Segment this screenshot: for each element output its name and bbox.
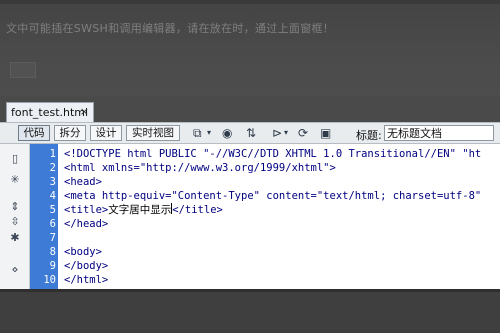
document-toolbar: 代码 拆分 设计 实时视图 ⧉ ▾ ◉ ⇅ ⊳ ▾ ⟳ ▣ 标题: 无标题文档 bbox=[0, 122, 500, 144]
select-parent-tag-icon[interactable]: ⇳ bbox=[9, 216, 21, 228]
code-line[interactable]: <meta http-equiv="Content-Type" content=… bbox=[64, 189, 481, 203]
top-edge bbox=[0, 0, 500, 4]
preview-dropdown-icon[interactable]: ▾ bbox=[284, 126, 288, 140]
line-number: 1 bbox=[49, 148, 56, 160]
line-number: 5 bbox=[49, 204, 56, 216]
code-editor[interactable]: ▯ ✳ ⇕ ⇳ ✱ ⋄ 1 2 3 4 5 6 7 8 9 10 <!DOCTY… bbox=[0, 144, 500, 289]
bottom-divider bbox=[0, 289, 500, 292]
design-view-button[interactable]: 设计 bbox=[90, 125, 122, 141]
background-area: 文中可能插在SWSH和调用编辑器，请在放在时，通过上面窗框！ bbox=[0, 0, 500, 96]
code-line-title[interactable]: <title>文字居中显示</title> bbox=[64, 203, 223, 217]
background-faint-text: 文中可能插在SWSH和调用编辑器，请在放在时，通过上面窗框！ bbox=[6, 22, 335, 35]
split-view-button[interactable]: 拆分 bbox=[54, 125, 86, 141]
line-number: 3 bbox=[49, 176, 56, 188]
line-number: 9 bbox=[49, 260, 56, 272]
bottom-panel-area bbox=[0, 289, 500, 333]
collapse-icon[interactable]: ✳ bbox=[9, 174, 21, 186]
line-number: 2 bbox=[49, 162, 56, 174]
title-input[interactable]: 无标题文档 bbox=[384, 125, 494, 141]
title-text: 文字居中显示 bbox=[108, 204, 172, 216]
code-line[interactable]: <head> bbox=[64, 175, 102, 189]
visual-aids-icon[interactable]: ▣ bbox=[320, 126, 331, 140]
coding-toolbar: ▯ ✳ ⇕ ⇳ ✱ ⋄ bbox=[0, 144, 30, 289]
document-tab-filename: font_test.html bbox=[11, 106, 89, 119]
apply-comment-icon[interactable]: ⋄ bbox=[9, 264, 21, 276]
code-line[interactable]: <body> bbox=[64, 245, 102, 259]
line-number: 10 bbox=[43, 274, 56, 286]
browser-check-icon[interactable]: ◉ bbox=[222, 126, 232, 140]
line-number: 8 bbox=[49, 246, 56, 258]
file-management-icon[interactable]: ⇅ bbox=[246, 126, 256, 140]
open-documents-icon[interactable]: ▯ bbox=[9, 153, 21, 165]
code-line[interactable]: </body> bbox=[64, 259, 108, 273]
code-view-button[interactable]: 代码 bbox=[18, 125, 50, 141]
line-number: 6 bbox=[49, 218, 56, 230]
line-number: 4 bbox=[49, 190, 56, 202]
title-close-tag: </title> bbox=[172, 204, 223, 216]
code-line[interactable]: <html xmlns="http://www.w3.org/1999/xhtm… bbox=[64, 161, 336, 175]
multiscreen-icon[interactable]: ⧉ bbox=[193, 126, 202, 140]
balance-braces-icon[interactable]: ✱ bbox=[9, 232, 21, 244]
title-label: 标题: bbox=[356, 129, 382, 142]
multiscreen-dropdown-icon[interactable]: ▾ bbox=[207, 126, 211, 140]
code-line[interactable]: </html> bbox=[64, 273, 108, 287]
document-tab[interactable]: font_test.html × bbox=[6, 102, 94, 122]
refresh-icon[interactable]: ⟳ bbox=[298, 126, 308, 140]
title-open-tag: <title> bbox=[64, 204, 109, 216]
close-tab-icon[interactable]: × bbox=[80, 105, 89, 118]
background-small-box bbox=[10, 62, 36, 78]
expand-all-icon[interactable]: ⇕ bbox=[9, 201, 21, 213]
line-number: 7 bbox=[49, 232, 56, 244]
code-line[interactable]: <!DOCTYPE html PUBLIC "-//W3C//DTD XHTML… bbox=[64, 147, 481, 161]
preview-icon[interactable]: ⊳ bbox=[272, 126, 282, 140]
code-line[interactable]: </head> bbox=[64, 217, 108, 231]
live-view-button[interactable]: 实时视图 bbox=[126, 125, 180, 141]
